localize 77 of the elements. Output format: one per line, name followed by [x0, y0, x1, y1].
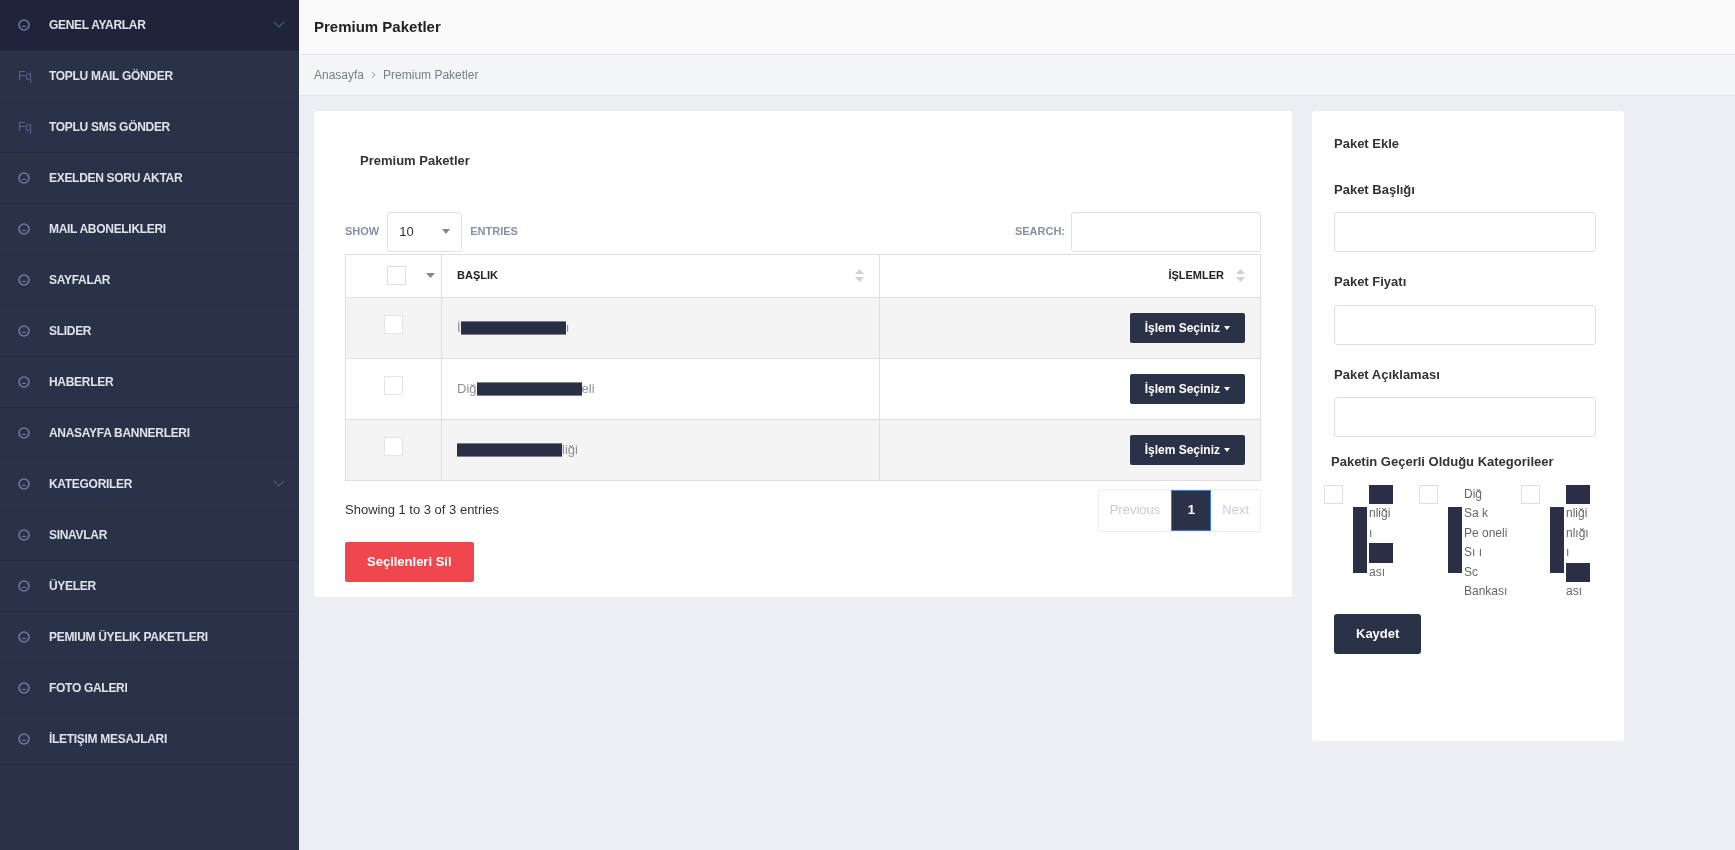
- input-field[interactable]: [1334, 397, 1596, 437]
- row-checkbox[interactable]: [384, 314, 403, 334]
- fq-icon: Fq: [18, 118, 32, 136]
- gauge-icon: [18, 376, 30, 388]
- category-checkbox[interactable]: [1419, 484, 1438, 504]
- sort-icon: [1236, 269, 1245, 282]
- row-title: Diğ: [457, 379, 477, 398]
- category-label: Diğ: [1464, 485, 1483, 503]
- category-label: ı: [1566, 544, 1571, 561]
- column-header[interactable]: İŞLEMLER: [879, 254, 1261, 297]
- action-dropdown-button[interactable]: İşlem Seçiniz: [1129, 434, 1245, 465]
- form-title: Paket Ekle: [1334, 135, 1401, 153]
- save-button[interactable]: Kaydet: [1334, 613, 1422, 654]
- entries-label: ENTRIES: [470, 224, 518, 240]
- caret-down-icon: [426, 273, 435, 278]
- gauge-icon: [18, 274, 30, 286]
- row-title: liği: [562, 440, 578, 459]
- gauge-icon: [18, 580, 30, 592]
- select-all-checkbox[interactable]: [387, 266, 406, 285]
- category-label: nliği: [1566, 505, 1589, 522]
- category-label: Sc: [1464, 563, 1479, 581]
- field-label: Paket Başlığı: [1334, 180, 1416, 199]
- pagination-button[interactable]: 1: [1171, 489, 1212, 531]
- category-label: ı: [1369, 524, 1374, 542]
- caret-down-icon: [442, 229, 451, 234]
- category-checkbox[interactable]: [1521, 484, 1540, 504]
- caret-down-icon: [1224, 325, 1230, 330]
- breadcrumb-link[interactable]: Anasayfa: [314, 66, 365, 84]
- caret-down-icon: [1224, 447, 1230, 452]
- category-label: nliği: [1369, 505, 1392, 522]
- action-dropdown-button[interactable]: İşlem Seçiniz: [1129, 373, 1245, 404]
- fq-icon: Fq: [18, 67, 32, 85]
- category-label: ası: [1369, 563, 1386, 581]
- gauge-icon: [18, 325, 30, 337]
- page-size-select[interactable]: 10: [387, 211, 463, 252]
- sort-icon: [855, 269, 865, 282]
- categories-label: Paketin Geçerli Olduğu Kategorileer: [1331, 453, 1555, 471]
- chevron-down-icon: [273, 480, 285, 488]
- card-title: Premium Paketler: [360, 152, 471, 170]
- field-label: Paket Açıklaması: [1334, 365, 1441, 384]
- row-title: İ: [457, 318, 461, 337]
- gauge-icon: [18, 631, 30, 643]
- show-label: SHOW: [345, 224, 380, 240]
- caret-down-icon: [1224, 386, 1230, 391]
- table-info: Showing 1 to 3 of 3 entries: [345, 501, 499, 520]
- delete-selected-button[interactable]: Seçilenleri Sil: [345, 541, 474, 582]
- row-checkbox[interactable]: [384, 436, 403, 456]
- page-title: Premium Paketler: [314, 16, 441, 37]
- row-title: eli: [581, 379, 595, 398]
- category-label: Pe oneli: [1464, 524, 1508, 542]
- column-header[interactable]: BAŞLIK: [441, 254, 880, 297]
- category-label: nlığı: [1566, 524, 1590, 542]
- search-field[interactable]: [1071, 211, 1261, 252]
- gauge-icon: [18, 682, 30, 694]
- category-label: Bankası: [1464, 583, 1508, 600]
- gauge-icon: [18, 478, 30, 490]
- input-field[interactable]: [1334, 304, 1596, 345]
- action-dropdown-button[interactable]: İşlem Seçiniz: [1129, 312, 1245, 343]
- row-title: ı: [565, 318, 570, 337]
- gauge-icon: [18, 529, 30, 541]
- gauge-icon: [18, 172, 30, 184]
- chevron-right-icon: [371, 71, 377, 79]
- gauge-icon: [18, 223, 30, 235]
- breadcrumb-link[interactable]: Premium Paketler: [383, 66, 479, 84]
- category-checkbox[interactable]: [1324, 484, 1343, 504]
- gauge-icon: [18, 427, 30, 439]
- gauge-icon: [18, 733, 30, 745]
- category-label: Sa k: [1464, 505, 1489, 522]
- input-field[interactable]: [1334, 212, 1596, 252]
- chevron-down-icon: [273, 21, 285, 29]
- field-label: Paket Fiyatı: [1334, 273, 1408, 291]
- gauge-icon: [18, 19, 30, 31]
- category-label: Sı ı: [1464, 544, 1483, 561]
- sidebar-item[interactable]: GENEL AYARLAR: [0, 0, 299, 51]
- category-label: ası: [1566, 583, 1583, 600]
- search-label: SEARCH:: [1014, 224, 1065, 240]
- row-checkbox[interactable]: [384, 375, 403, 395]
